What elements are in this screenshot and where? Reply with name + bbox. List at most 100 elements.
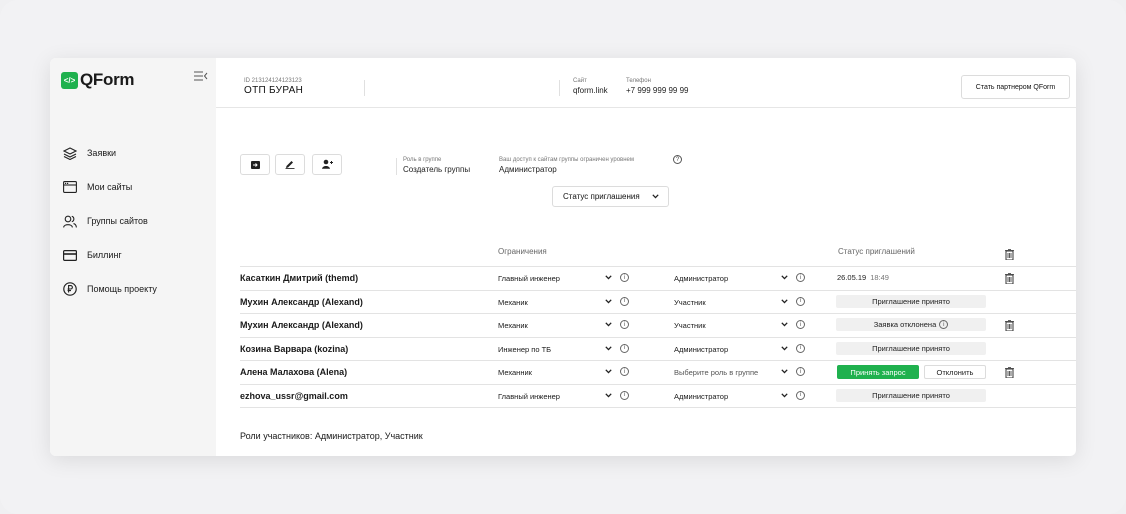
chevron-down-icon[interactable] [605, 367, 612, 376]
status-badge: Приглашение принято [836, 294, 986, 308]
role-select[interactable]: Выберите роль в группе [674, 368, 758, 377]
status-badge-label: Заявка отклонена [873, 320, 937, 329]
table-row: Мухин Александр (Alexand) Механик i Участни… [240, 289, 1076, 314]
help-icon[interactable]: ? [673, 155, 682, 164]
sidebar-item-requests[interactable]: Заявки [62, 136, 157, 170]
sidebar-item-site-groups[interactable]: Группы сайтов [62, 204, 157, 238]
roles-note: Роли участников: Администратор, Участник [240, 431, 423, 441]
position-select[interactable]: Инженер по ТБ [498, 345, 551, 354]
sidebar: </> QForm Заявки Мои сайты Группы сайтов… [50, 58, 216, 456]
position-select[interactable]: Главный инженер [498, 274, 560, 283]
info-icon[interactable]: i [620, 296, 629, 306]
sidebar-item-help-project[interactable]: Помощь проекту [62, 272, 157, 306]
member-name: ezhova_ussr@gmail.com [240, 390, 348, 401]
delete-all-icon[interactable] [1004, 248, 1014, 260]
invite-status-filter-label: Статус приглашения [563, 192, 640, 201]
app-window: </> QForm Заявки Мои сайты Группы сайтов… [50, 58, 1076, 456]
users-icon [62, 214, 77, 229]
info-icon[interactable]: i [796, 390, 805, 400]
table-row: Алена Малахова (Alena) Механник i Выберите … [240, 360, 1076, 384]
info-icon[interactable]: i [939, 320, 949, 329]
logo[interactable]: </> QForm [61, 70, 135, 90]
table-row: Козина Варвара (kozina) Инженер по ТБ i Адм… [240, 336, 1076, 361]
table-row: Мухин Александр (Alexand) Механик i Участни… [240, 313, 1076, 337]
role-select[interactable]: Администратор [674, 345, 728, 354]
sidebar-item-billing[interactable]: Биллинг [62, 238, 157, 272]
collapse-sidebar-icon[interactable] [194, 71, 208, 83]
sidebar-nav: Заявки Мои сайты Группы сайтов Биллинг П… [62, 136, 157, 306]
position-select[interactable]: Механик [498, 298, 528, 307]
credit-card-icon [62, 248, 77, 263]
member-name: Касаткин Дмитрий (themd) [240, 273, 359, 283]
logo-text: QForm [80, 70, 135, 89]
info-icon[interactable]: i [796, 343, 805, 353]
add-member-button[interactable] [312, 154, 342, 175]
sidebar-item-label: Мои сайты [87, 182, 133, 192]
meta-divider [396, 158, 397, 175]
position-select[interactable]: Главный инженер [498, 392, 560, 401]
accept-request-button[interactable]: Принять запрос [837, 365, 919, 379]
chevron-down-icon[interactable] [781, 367, 788, 376]
invite-time: 18:49 [870, 273, 889, 282]
chevron-down-icon[interactable] [605, 320, 612, 329]
info-icon[interactable]: i [620, 320, 629, 329]
member-name: Козина Варвара (kozina) [240, 343, 349, 354]
info-icon[interactable]: i [620, 273, 629, 282]
layers-icon [62, 146, 77, 161]
chevron-down-icon[interactable] [605, 273, 612, 282]
access-level-label: Ваш доступ к сайтам группы ограничен уро… [499, 157, 634, 163]
logo-mark-icon: </> [61, 71, 78, 89]
header-divider [364, 80, 365, 96]
info-icon[interactable]: i [796, 367, 805, 376]
site-label: Сайт [573, 78, 587, 84]
info-icon[interactable]: i [620, 343, 629, 353]
invite-status-header: Статус приглашений [838, 247, 915, 256]
reject-request-button[interactable]: Отклонить [924, 365, 986, 379]
invite-status-filter[interactable]: Статус приглашения [552, 186, 669, 207]
ruble-coin-icon [62, 282, 77, 297]
member-name: Алена Малахова (Alena) [240, 367, 348, 377]
delete-icon[interactable] [1004, 272, 1014, 284]
role-select[interactable]: Администратор [674, 392, 728, 401]
sidebar-item-my-sites[interactable]: Мои сайты [62, 170, 157, 204]
sidebar-item-label: Группы сайтов [87, 216, 148, 226]
site-value[interactable]: qform.link [573, 86, 608, 95]
sidebar-item-label: Помощь проекту [87, 284, 157, 294]
info-icon[interactable]: i [796, 296, 805, 306]
delete-icon[interactable] [1004, 319, 1014, 331]
exit-icon [250, 156, 260, 174]
info-icon[interactable]: i [620, 367, 629, 376]
top-header: ID 213124124123123 ОТП БУРАН Сайт qform.… [216, 58, 1076, 108]
position-select[interactable]: Механик [498, 321, 528, 330]
restrictions-header: Ограничения [498, 247, 547, 256]
exit-group-button[interactable] [240, 154, 270, 175]
info-icon[interactable]: i [796, 273, 805, 282]
table-row: Касаткин Дмитрий (themd) Главный инженер i… [240, 266, 1076, 290]
chevron-down-icon[interactable] [781, 273, 788, 282]
chevron-down-icon[interactable] [781, 344, 788, 353]
browser-window-icon [62, 180, 77, 195]
info-icon[interactable]: i [796, 320, 805, 329]
add-user-icon [321, 156, 333, 174]
chevron-down-icon[interactable] [605, 297, 612, 306]
group-name: ОТП БУРАН [244, 85, 304, 96]
role-select[interactable]: Администратор [674, 274, 728, 283]
status-badge: Приглашение принято [836, 388, 986, 402]
chevron-down-icon[interactable] [781, 297, 788, 306]
chevron-down-icon[interactable] [605, 391, 612, 400]
access-level-value: Администратор [499, 165, 557, 174]
chevron-down-icon[interactable] [781, 391, 788, 400]
become-partner-button[interactable]: Стать партнером QForm [961, 75, 1070, 99]
role-select[interactable]: Участник [674, 298, 706, 307]
chevron-down-icon[interactable] [605, 344, 612, 353]
info-icon[interactable]: i [620, 390, 629, 400]
edit-group-button[interactable] [275, 154, 305, 175]
header-divider [559, 80, 560, 96]
sidebar-item-label: Биллинг [87, 250, 122, 260]
chevron-down-icon [652, 192, 659, 201]
chevron-down-icon[interactable] [781, 320, 788, 329]
table-bottom-border [240, 407, 1076, 408]
role-select[interactable]: Участник [674, 321, 706, 330]
delete-icon[interactable] [1004, 366, 1014, 378]
position-select[interactable]: Механник [498, 368, 532, 377]
